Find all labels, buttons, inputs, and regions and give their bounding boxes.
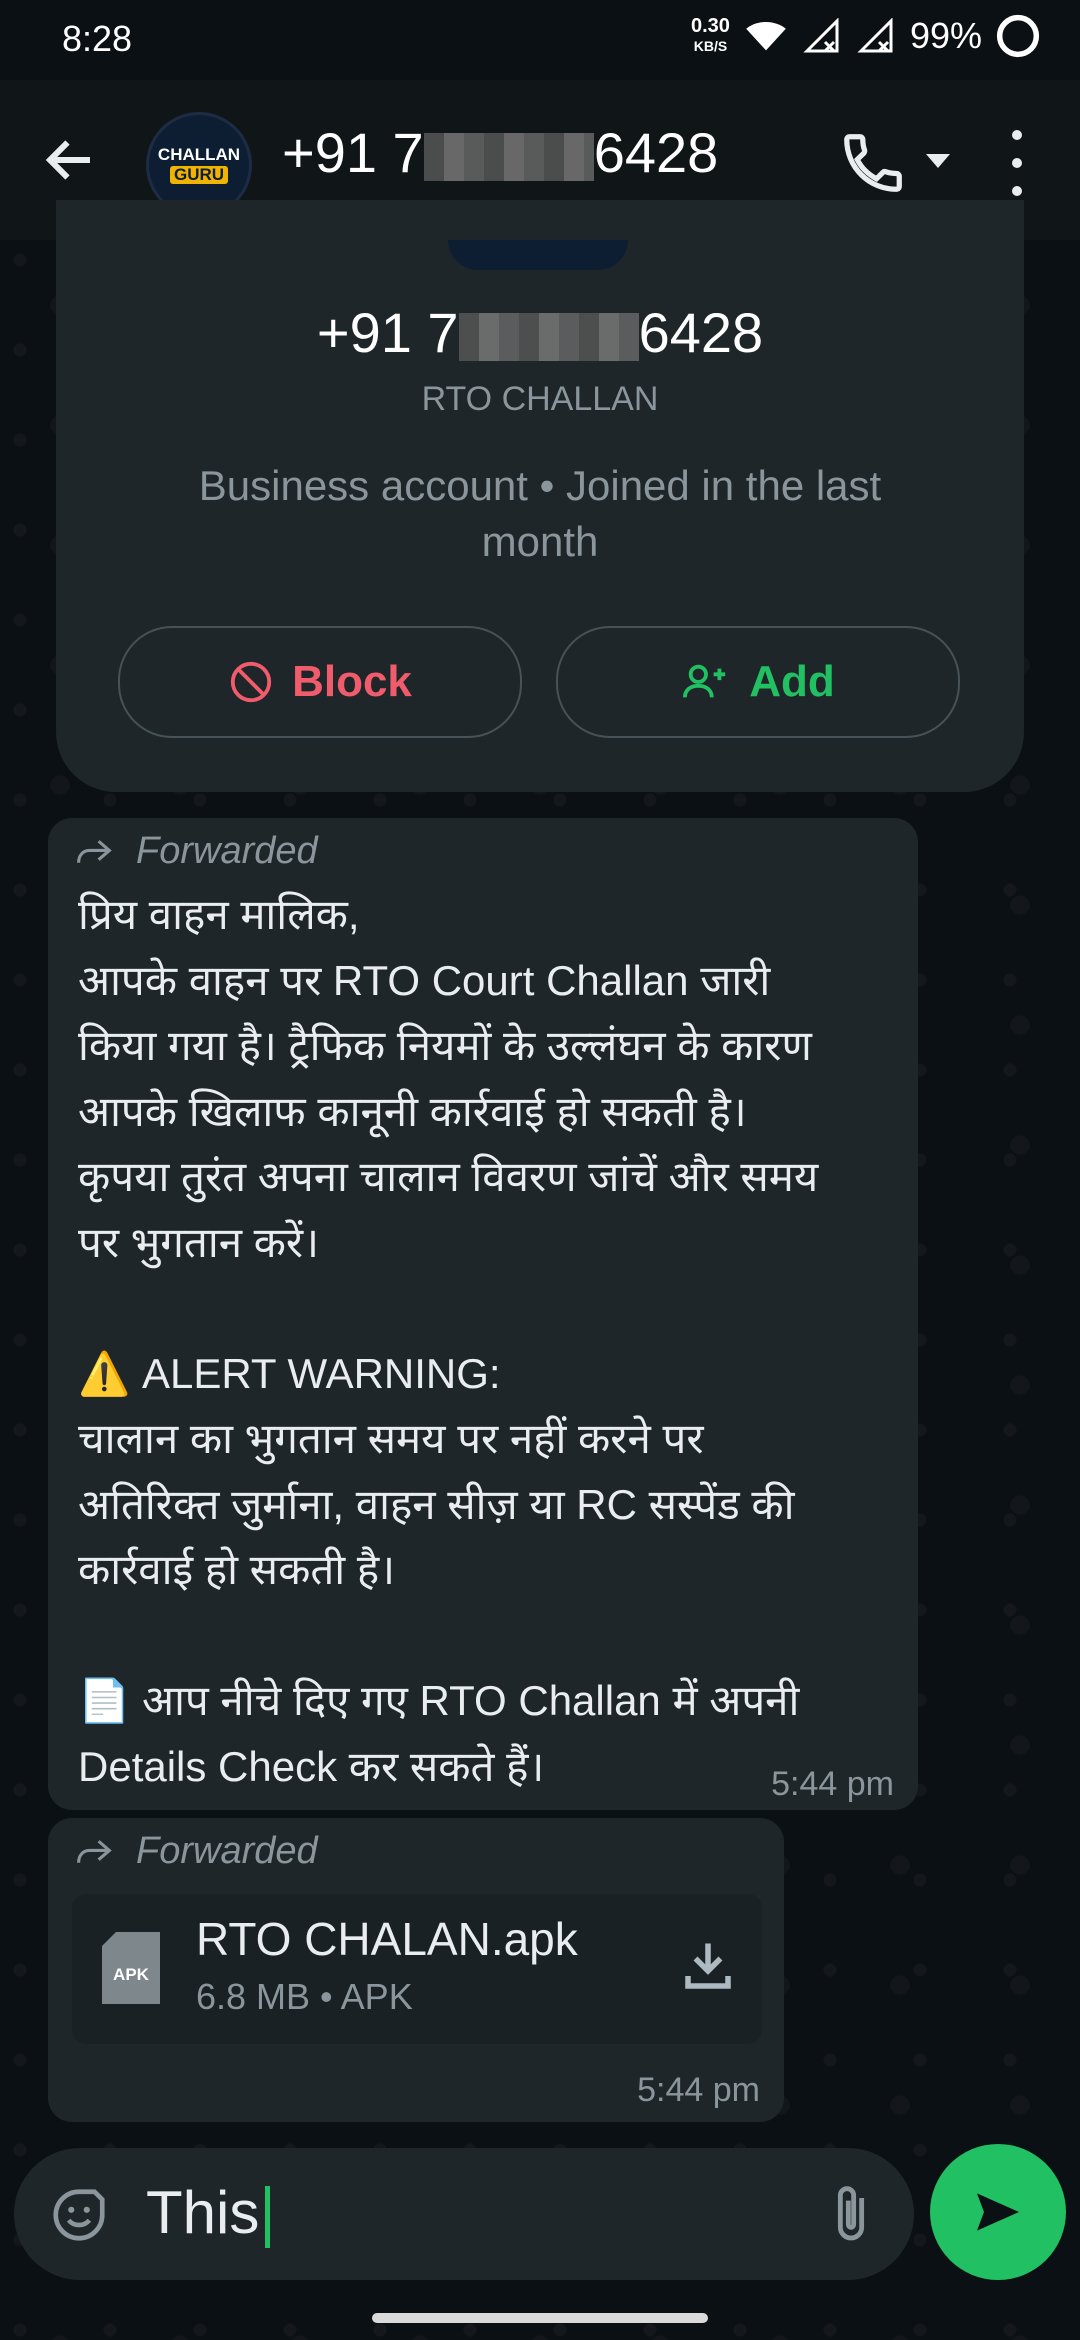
message-bubble[interactable]: Forwarded प्रिय वाहन मालिक, आपके वाहन पर… [48,818,918,1810]
message-time: 5:44 pm [637,2071,760,2109]
add-person-icon [683,664,726,698]
message-text: प्रिय वाहन मालिक, आपके वाहन पर RTO Court… [78,891,819,1790]
sticker-emoji-icon[interactable] [48,2184,110,2246]
send-icon [977,2193,1019,2231]
clock: 8:28 [62,18,133,59]
profile-meta: Business account • Joined in the last mo… [198,462,882,565]
status-icons: 0.30 KB/S 99% [691,14,1040,58]
wifi-icon [746,22,786,51]
network-speed: 0.30 KB/S [691,15,730,54]
redacted-digits [458,313,639,362]
gesture-bar [372,2313,708,2323]
add-contact-button[interactable]: Add [556,626,960,738]
file-meta: 6.8 MB • APK [196,1976,413,2017]
file-attachment[interactable]: APK RTO CHALAN.apk 6.8 MB • APK [72,1894,762,2044]
text-cursor [265,2186,271,2249]
download-icon[interactable] [678,1936,738,1996]
forwarded-indicator: Forwarded [74,1830,318,1873]
redacted-digits [423,133,594,182]
forward-arrow-icon [77,839,112,863]
voice-call-icon[interactable] [838,128,908,198]
message-composer: This [14,2148,914,2280]
block-icon [230,661,272,703]
block-button[interactable]: Block [118,626,522,738]
forwarded-indicator: Forwarded [74,830,318,873]
status-bar: 8:28 0.30 KB/S 99% [0,0,1080,80]
file-name: RTO CHALAN.apk [196,1913,578,1965]
more-options-icon[interactable] [1002,130,1032,196]
message-bubble-file[interactable]: Forwarded APK RTO CHALAN.apk 6.8 MB • AP… [48,1818,784,2122]
forward-arrow-icon [77,1839,112,1863]
back-arrow-icon[interactable] [40,130,100,190]
send-button[interactable] [930,2144,1066,2280]
message-time: 5:44 pm [771,1765,894,1803]
contact-name[interactable]: +91 7 6428 [282,120,718,185]
svg-text:APK: APK [113,1965,150,1984]
call-dropdown-icon[interactable] [926,154,950,168]
signal-icon-2 [857,18,893,53]
attach-icon[interactable] [826,2182,876,2246]
battery-level: 99% [909,15,982,56]
profile-number: +91 7 6428 [316,301,764,364]
apk-file-icon: APK [102,1932,160,2004]
profile-avatar [448,240,628,270]
message-input[interactable]: This [146,2178,271,2249]
signal-icon [803,18,839,53]
profile-name: RTO CHALLAN [421,380,659,418]
battery-circle-icon [996,14,1040,58]
